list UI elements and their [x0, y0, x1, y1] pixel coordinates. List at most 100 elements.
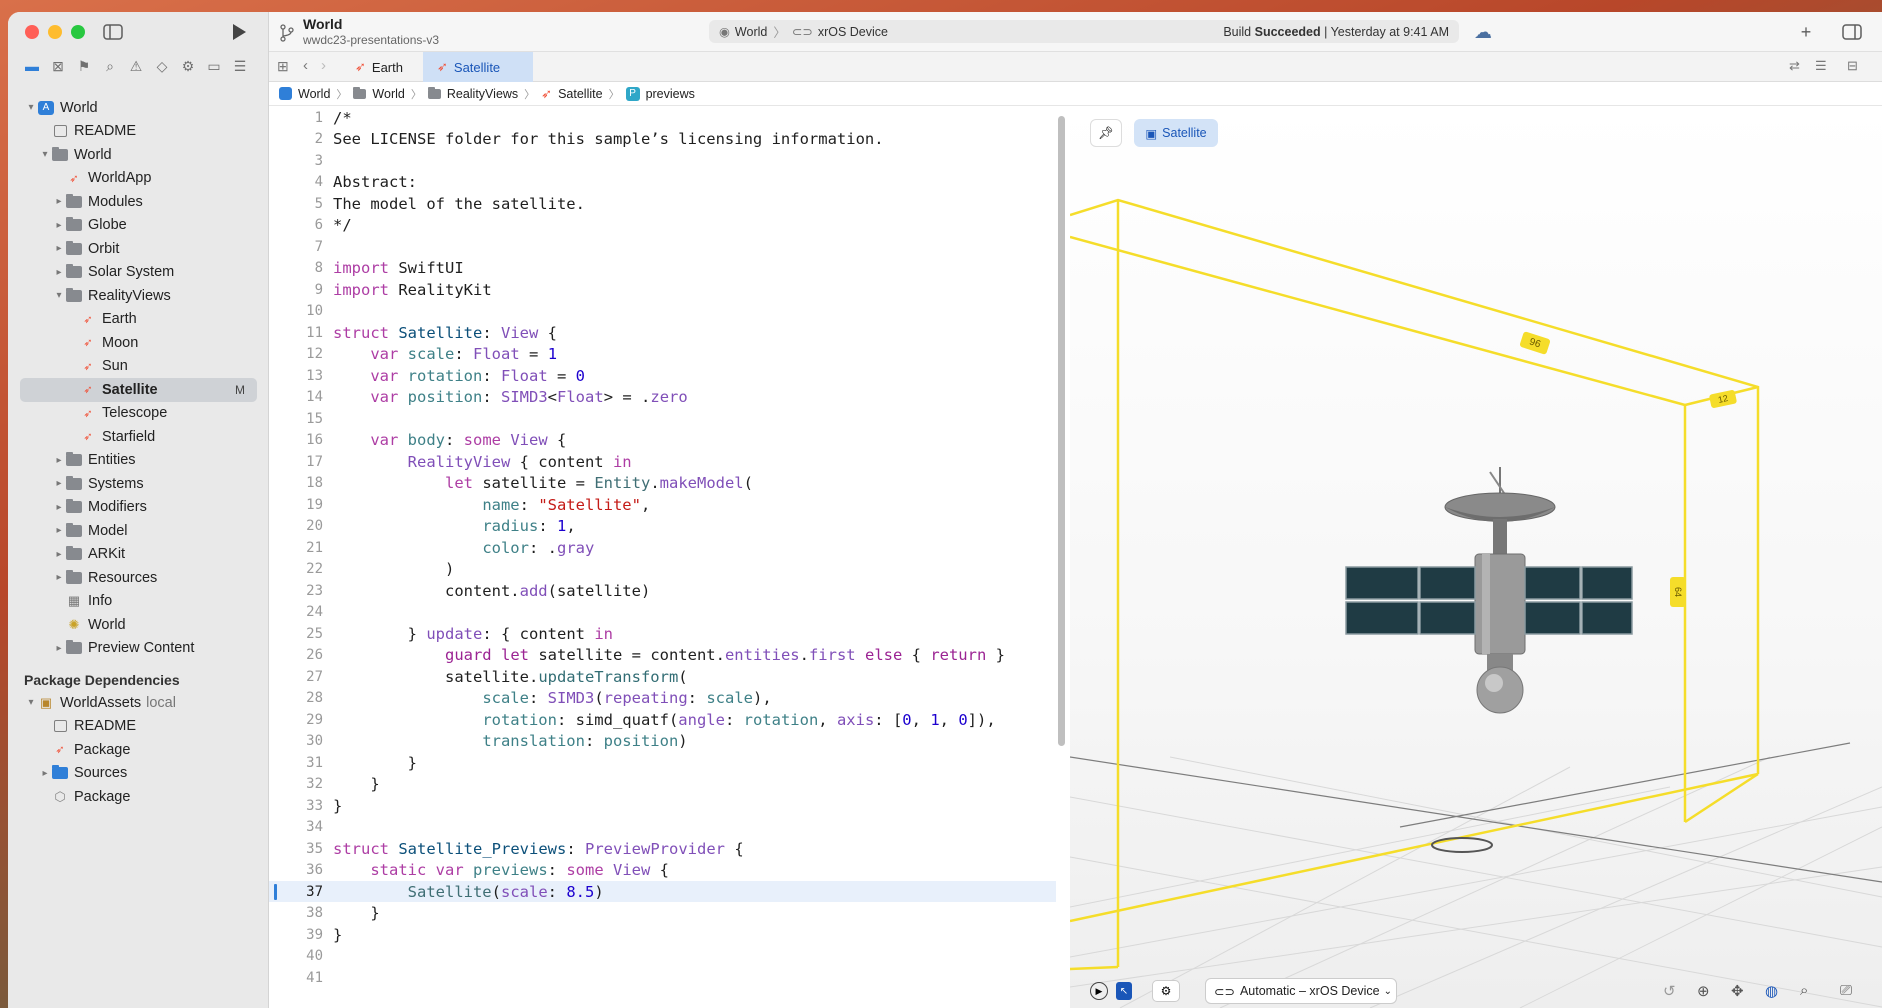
tree-item-starfield[interactable]: ➶ Starfield [8, 425, 269, 449]
breakpoint-icon[interactable]: ▭ [206, 58, 222, 74]
code-line: 3 [314, 152, 323, 169]
source-control-icon[interactable]: ⊠ [50, 58, 66, 74]
grid-icon[interactable]: ⊞ [277, 58, 289, 75]
scheme-selector[interactable]: World [735, 25, 767, 39]
tree-item-worldassets[interactable]: ▾ ▣ WorldAssets local [8, 691, 269, 715]
chevron-down-icon[interactable]: ▾ [24, 697, 38, 708]
preview-canvas[interactable]: 96 12 64 📌︎ ▣ Satellite ▶ ↖ ⚙ ⊂⊃ Automatic… [1070, 107, 1882, 1008]
tree-item-realityviews[interactable]: ▾ RealityViews [8, 284, 269, 308]
chevron-right-icon[interactable]: ▸ [52, 220, 66, 231]
activity-status[interactable]: ◉ World 〉 ⊂⊃ xrOS Device Build Succeeded… [709, 20, 1459, 43]
back-icon[interactable]: ‹ [303, 57, 308, 74]
breadcrumb-satellite[interactable]: Satellite [558, 87, 602, 101]
debug-icon[interactable]: ⚙ [180, 58, 196, 74]
chevron-right-icon[interactable]: ▸ [52, 525, 66, 536]
chevron-right-icon[interactable]: ▸ [52, 267, 66, 278]
chevron-right-icon[interactable]: ▸ [52, 502, 66, 513]
report-icon[interactable]: ☰ [232, 58, 248, 74]
tree-item-world-project[interactable]: ▾ A World [8, 96, 269, 120]
tree-item-telescope[interactable]: ➶ Telescope [8, 402, 269, 426]
inspector-toggle-icon[interactable] [1841, 22, 1863, 42]
package-icon: ▣ [39, 694, 53, 710]
zoom-window-button[interactable] [71, 25, 85, 39]
tree-item-systems[interactable]: ▸ Systems [8, 472, 269, 496]
tree-item-model[interactable]: ▸ Model [8, 519, 269, 543]
chevron-right-icon[interactable]: ▸ [52, 243, 66, 254]
breadcrumb-previews[interactable]: previews [646, 87, 695, 101]
breadcrumb-project[interactable]: World [298, 87, 330, 101]
tree-item-package[interactable]: ⬡ Package [8, 785, 269, 809]
pin-preview-button[interactable]: 📌︎ [1090, 119, 1122, 147]
test-icon[interactable]: ◇ [154, 58, 170, 74]
tree-item-readme[interactable]: README [8, 120, 269, 144]
chevron-right-icon[interactable]: ▸ [38, 768, 52, 779]
pan-icon[interactable]: ✥ [1731, 982, 1744, 1000]
bookmark-icon[interactable]: ⚑ [76, 58, 92, 74]
device-selector[interactable]: ⊂⊃ Automatic – xrOS Device ⌄ [1205, 978, 1397, 1004]
variants-icon[interactable]: ⚙ [1152, 980, 1180, 1002]
tree-item-info[interactable]: ▦ Info [8, 590, 269, 614]
live-mode-icon[interactable]: ▶ [1090, 982, 1108, 1000]
editor-options-icon[interactable]: ☰ [1815, 58, 1827, 74]
chevron-down-icon[interactable]: ▾ [24, 102, 38, 113]
find-icon[interactable]: ⌕ [102, 58, 118, 74]
source-editor[interactable]: 1/* 2 See LICENSE folder for this sample’… [269, 107, 1056, 1008]
reality-composer-icon[interactable]: ☁ [1472, 22, 1494, 42]
tree-item-globe[interactable]: ▸ Globe [8, 214, 269, 238]
swift-file-icon: ➶ [83, 407, 93, 420]
destination-selector[interactable]: xrOS Device [818, 25, 888, 39]
tree-item-sources[interactable]: ▸ Sources [8, 762, 269, 786]
tree-item-earth[interactable]: ➶ Earth [8, 308, 269, 332]
related-items-icon[interactable]: ⇄ [1789, 58, 1800, 74]
chevron-right-icon[interactable]: ▸ [52, 643, 66, 654]
zoom-icon[interactable]: ⌕ [1800, 982, 1808, 999]
tree-item-modifiers[interactable]: ▸ Modifiers [8, 496, 269, 520]
tree-item-entities[interactable]: ▸ Entities [8, 449, 269, 473]
camera-icon[interactable]: ⎚ [1840, 982, 1852, 999]
split-editor-icon[interactable]: ⊟ [1847, 58, 1858, 74]
code-line: 24 [306, 604, 323, 620]
minimize-window-button[interactable] [48, 25, 62, 39]
tree-item-package-swift[interactable]: ➶ Package [8, 738, 269, 762]
selectable-mode-icon[interactable]: ↖ [1116, 982, 1132, 1000]
tab-earth[interactable]: ➶ Earth [341, 52, 417, 82]
globe-icon[interactable]: ◍ [1765, 982, 1778, 1000]
close-window-button[interactable] [25, 25, 39, 39]
tree-item-orbit[interactable]: ▸ Orbit [8, 237, 269, 261]
tree-item-resources[interactable]: ▸ Resources [8, 566, 269, 590]
add-icon[interactable]: + [1795, 22, 1817, 42]
tree-item-solar-system[interactable]: ▸ Solar System [8, 261, 269, 285]
tree-item-preview-content[interactable]: ▸ Preview Content [8, 637, 269, 661]
tree-item-package-readme[interactable]: README [8, 715, 269, 739]
breadcrumb-world-folder[interactable]: World [372, 87, 404, 101]
project-navigator-icon[interactable]: ▬ [24, 58, 40, 74]
tree-item-world-folder[interactable]: ▾ World [8, 143, 269, 167]
chevron-right-icon[interactable]: ▸ [52, 478, 66, 489]
orbit-icon[interactable]: ⊕ [1697, 982, 1710, 1000]
preview-satellite-button[interactable]: ▣ Satellite [1134, 119, 1218, 147]
toggle-sidebar-button[interactable] [102, 22, 124, 42]
chevron-right-icon[interactable]: ▸ [52, 549, 66, 560]
chevron-right-icon[interactable]: ▸ [52, 455, 66, 466]
chevron-right-icon[interactable]: ▸ [52, 196, 66, 207]
swift-file-icon: ➶ [83, 384, 93, 397]
issue-icon[interactable]: ⚠ [128, 58, 144, 74]
tree-item-arkit[interactable]: ▸ ARKit [8, 543, 269, 567]
swift-file-icon: ➶ [69, 172, 79, 185]
tree-item-modules[interactable]: ▸ Modules [8, 190, 269, 214]
forward-icon[interactable]: › [321, 57, 326, 74]
breadcrumb-realityviews[interactable]: RealityViews [447, 87, 518, 101]
reset-camera-icon[interactable]: ↺ [1663, 982, 1676, 1000]
tree-item-worldapp[interactable]: ➶ WorldApp [8, 167, 269, 191]
tree-item-satellite[interactable]: ➶ Satellite M [20, 378, 257, 402]
tree-item-world-entitlements[interactable]: ✺ World [8, 613, 269, 637]
current-code-line[interactable]: 37 Satellite(scale: 8.5) [269, 881, 1056, 902]
chevron-right-icon[interactable]: ▸ [52, 572, 66, 583]
tree-item-moon[interactable]: ➶ Moon [8, 331, 269, 355]
chevron-down-icon[interactable]: ▾ [52, 290, 66, 301]
tree-item-sun[interactable]: ➶ Sun [8, 355, 269, 379]
editor-scrollbar[interactable] [1058, 116, 1065, 746]
chevron-down-icon[interactable]: ▾ [38, 149, 52, 160]
run-button[interactable] [228, 22, 250, 42]
tab-satellite[interactable]: ➶ Satellite [423, 52, 533, 82]
